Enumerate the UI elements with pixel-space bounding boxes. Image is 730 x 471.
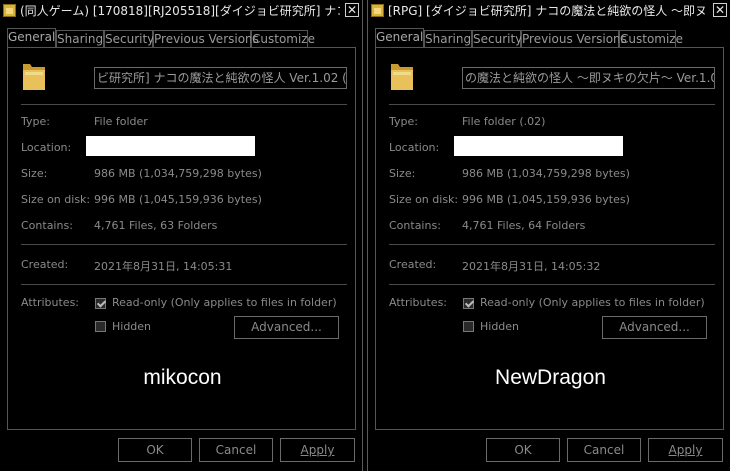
folder-name-field[interactable]: ビ研究所] ナコの魔法と純欲の怪人 Ver.1.02 (files) (94, 67, 347, 89)
separator (389, 104, 715, 105)
attributes-label: Attributes: (389, 296, 448, 309)
hidden-label[interactable]: Hidden (480, 320, 519, 333)
tab-general[interactable]: General (7, 28, 56, 48)
properties-window-left: (同人ゲーム) [170818][RJ205518][ダイジョビ研究所] ナコ … (0, 0, 363, 471)
readonly-label[interactable]: Read-only (Only applies to files in fold… (112, 296, 337, 309)
folder-icon (391, 64, 413, 90)
window-title: (同人ゲーム) [170818][RJ205518][ダイジョビ研究所] ナコ (20, 4, 340, 18)
separator (21, 104, 347, 105)
redacted-location (86, 136, 255, 156)
caption-text: NewDragon (495, 366, 606, 389)
close-button[interactable]: ✕ (345, 3, 359, 17)
apply-button[interactable]: Apply (648, 438, 723, 462)
created-value: 2021年8月31日, 14:05:32 (462, 260, 601, 273)
ok-button[interactable]: OK (118, 438, 192, 462)
tab-security[interactable]: Security (104, 30, 154, 47)
folder-title-icon (3, 4, 16, 17)
size-value: 986 MB (1,034,759,298 bytes) (462, 167, 630, 180)
caption-text: mikocon (143, 366, 222, 389)
tab-sharing[interactable]: Sharing (56, 30, 104, 47)
readonly-checkbox[interactable] (463, 298, 474, 309)
size-on-disk-label: Size on disk: (389, 193, 459, 206)
tab-previous-versions[interactable]: Previous Versions (521, 30, 627, 47)
separator (389, 244, 715, 245)
advanced-button[interactable]: Advanced... (602, 316, 707, 339)
folder-name-field[interactable]: の魔法と純欲の怪人 〜即ヌキの欠片〜 Ver.1.02 (462, 67, 715, 89)
tab-general[interactable]: General (375, 28, 424, 48)
folder-icon (23, 64, 45, 90)
separator (389, 284, 715, 285)
separator (21, 284, 347, 285)
type-label: Type: (389, 115, 418, 128)
ok-button[interactable]: OK (486, 438, 560, 462)
size-label: Size: (389, 167, 416, 180)
readonly-label[interactable]: Read-only (Only applies to files in fold… (480, 296, 705, 309)
size-on-disk-value: 996 MB (1,045,159,936 bytes) (94, 193, 262, 206)
hidden-label[interactable]: Hidden (112, 320, 151, 333)
advanced-button[interactable]: Advanced... (234, 316, 339, 339)
location-label: Location: (21, 141, 72, 154)
size-on-disk-label: Size on disk: (21, 193, 91, 206)
contains-value: 4,761 Files, 63 Folders (94, 219, 218, 232)
contains-label: Contains: (21, 219, 73, 232)
size-on-disk-value: 996 MB (1,045,159,936 bytes) (462, 193, 630, 206)
cancel-button[interactable]: Cancel (199, 438, 273, 462)
contains-value: 4,761 Files, 64 Folders (462, 219, 586, 232)
attributes-label: Attributes: (21, 296, 80, 309)
properties-window-right: [RPG] [ダイジョビ研究所] ナコの魔法と純欲の怪人 〜即ヌ... ✕ Ge… (367, 0, 730, 471)
folder-title-icon (371, 4, 384, 17)
type-value: File folder (.02) (462, 115, 546, 128)
redacted-location (454, 136, 623, 156)
contains-label: Contains: (389, 219, 441, 232)
apply-button[interactable]: Apply (280, 438, 355, 462)
title-bar[interactable]: [RPG] [ダイジョビ研究所] ナコの魔法と純欲の怪人 〜即ヌ... ✕ (368, 0, 730, 22)
created-label: Created: (21, 258, 69, 271)
created-label: Created: (389, 258, 437, 271)
title-bar[interactable]: (同人ゲーム) [170818][RJ205518][ダイジョビ研究所] ナコ … (0, 0, 362, 22)
tab-customize[interactable]: Customize (251, 30, 315, 47)
cancel-button[interactable]: Cancel (567, 438, 641, 462)
size-value: 986 MB (1,034,759,298 bytes) (94, 167, 262, 180)
size-label: Size: (21, 167, 48, 180)
tab-customize[interactable]: Customize (619, 30, 683, 47)
tab-previous-versions[interactable]: Previous Versions (153, 30, 259, 47)
created-value: 2021年8月31日, 14:05:31 (94, 260, 233, 273)
type-value: File folder (94, 115, 148, 128)
readonly-checkbox[interactable] (95, 298, 106, 309)
tab-sharing[interactable]: Sharing (424, 30, 472, 47)
hidden-checkbox[interactable] (95, 321, 106, 332)
type-label: Type: (21, 115, 50, 128)
general-panel: ビ研究所] ナコの魔法と純欲の怪人 Ver.1.02 (files) Type:… (7, 47, 356, 430)
general-panel: の魔法と純欲の怪人 〜即ヌキの欠片〜 Ver.1.02 Type: File f… (375, 47, 724, 430)
hidden-checkbox[interactable] (463, 321, 474, 332)
tab-security[interactable]: Security (472, 30, 522, 47)
separator (21, 244, 347, 245)
location-label: Location: (389, 141, 440, 154)
close-button[interactable]: ✕ (713, 3, 727, 17)
window-title: [RPG] [ダイジョビ研究所] ナコの魔法と純欲の怪人 〜即ヌ... (388, 4, 708, 18)
